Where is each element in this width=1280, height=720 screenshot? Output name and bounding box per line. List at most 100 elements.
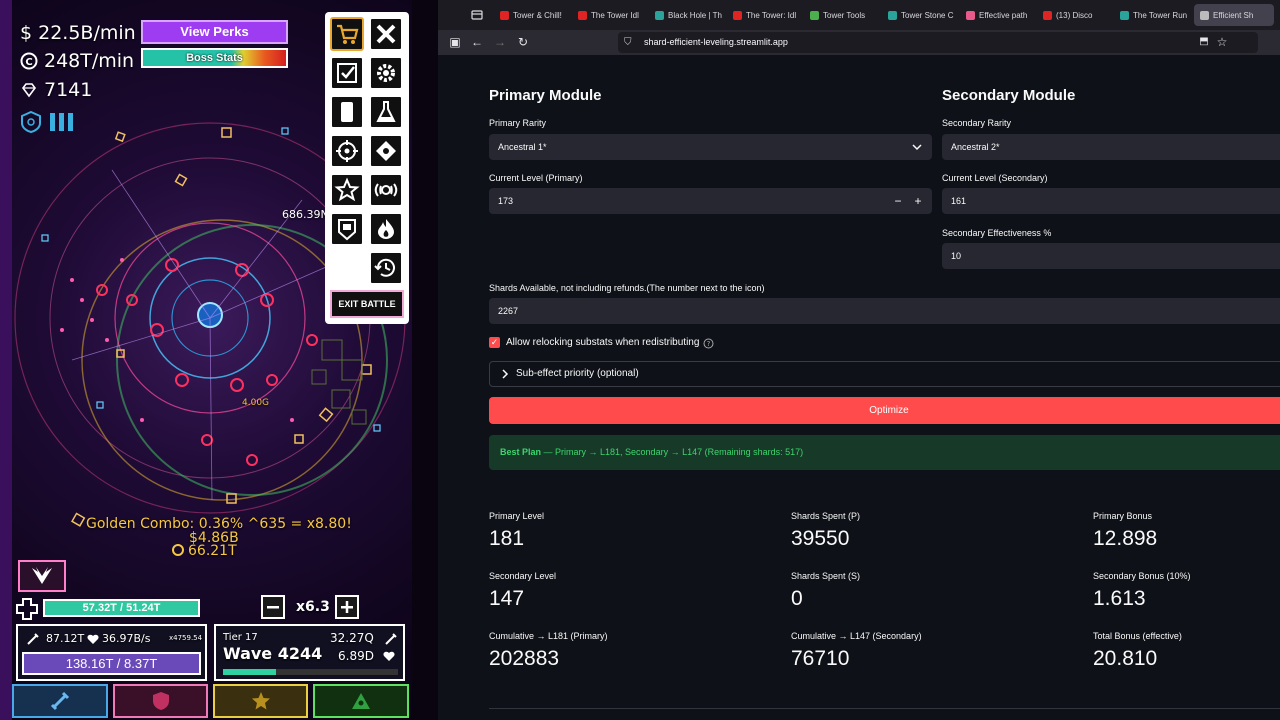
pocket-icon[interactable]: ⬒ xyxy=(1196,34,1212,50)
targeting-button[interactable] xyxy=(330,134,364,168)
health-cross-icon xyxy=(16,598,38,620)
primary-level-label: Current Level (Primary) xyxy=(489,173,583,183)
primary-rarity-select[interactable]: Ancestral 1* xyxy=(489,134,932,160)
metric-value: 1.613 xyxy=(1093,587,1146,610)
sidebar-toggle-icon[interactable]: ▣ xyxy=(447,34,463,50)
browser-tab[interactable]: Tower Tools xyxy=(810,6,880,24)
tab-overview-icon[interactable] xyxy=(471,9,483,21)
badge-icon xyxy=(338,219,356,241)
url-bar[interactable]: ⛉ shard-efficient-leveling.streamlit.app xyxy=(618,32,1258,53)
nav-tab-utility[interactable] xyxy=(213,684,308,718)
relics-button[interactable] xyxy=(330,212,364,246)
card-icon xyxy=(341,102,353,122)
decrement-button[interactable]: − xyxy=(890,188,906,214)
browser-tab[interactable]: The Tower: Idl xyxy=(733,6,803,24)
nav-tab-defense[interactable] xyxy=(113,684,208,718)
tab-favicon xyxy=(1120,10,1129,20)
speed-decrease-button[interactable] xyxy=(261,595,285,619)
tab-favicon xyxy=(500,10,509,20)
wings-icon xyxy=(32,567,52,584)
crosshair-icon xyxy=(336,140,358,162)
shop-cart-button[interactable] xyxy=(330,17,364,51)
reload-icon[interactable]: ↻ xyxy=(515,34,531,50)
svg-text:?: ? xyxy=(707,340,711,348)
back-icon[interactable]: ← xyxy=(469,34,485,50)
metric-label: Secondary Bonus (10%) xyxy=(1093,571,1191,581)
metric-value: 20.810 xyxy=(1093,647,1158,670)
browser-tab[interactable]: (13) Disco xyxy=(1043,6,1113,24)
browser-tab[interactable]: Black Hole | Th xyxy=(655,6,725,24)
coin-rate-value: 248T/min xyxy=(44,50,135,72)
missions-button[interactable] xyxy=(330,56,364,90)
primary-level-value: 173 xyxy=(498,196,514,206)
coin-gain-value: 66.21T xyxy=(188,543,237,559)
primary-rarity-label: Primary Rarity xyxy=(489,118,547,128)
plus-icon xyxy=(341,601,353,613)
modules-button[interactable] xyxy=(369,134,403,168)
secondary-effectiveness-input[interactable]: 10 xyxy=(942,243,1280,269)
gem-icon xyxy=(22,83,36,98)
ability-button[interactable] xyxy=(18,560,66,592)
browser-tab-active[interactable]: Efficient Sh xyxy=(1194,4,1274,26)
cash-rate-value: $ 22.5B/min xyxy=(20,22,136,44)
floating-mid-number: 4.00G xyxy=(242,398,270,408)
game-view[interactable]: 686.39N 4.00G Golden Combo: 0.36% ^635 =… xyxy=(0,0,438,720)
bars-icon xyxy=(50,113,73,131)
shards-available-input[interactable]: 2267 xyxy=(489,298,1280,324)
increment-button[interactable]: + xyxy=(910,188,926,214)
regen-value: 36.97B/s xyxy=(102,632,151,645)
chevron-right-icon xyxy=(502,369,509,379)
optimize-button[interactable]: Optimize xyxy=(489,397,1280,424)
cart-icon xyxy=(337,24,359,44)
ultimate-weapons-button[interactable] xyxy=(369,173,403,207)
primary-level-input[interactable]: 173 − + xyxy=(489,188,932,214)
metric-value: 181 xyxy=(489,527,525,550)
nav-tab-ultimate[interactable] xyxy=(313,684,409,718)
relock-checkbox[interactable]: ✓ xyxy=(489,337,500,348)
boss-stats-bar[interactable]: Boss Stats xyxy=(141,48,288,68)
damage-value: 87.12T xyxy=(46,632,85,645)
close-menu-button[interactable] xyxy=(369,17,403,51)
speed-increase-button[interactable] xyxy=(335,595,359,619)
sub-effect-expander[interactable]: Sub-effect priority (optional) xyxy=(489,361,1280,387)
game-edge xyxy=(412,0,438,720)
shards-available-label: Shards Available, not including refunds.… xyxy=(489,283,765,293)
secondary-rarity-value: Ancestral 2* xyxy=(951,142,1000,152)
forward-icon[interactable]: → xyxy=(492,34,508,50)
labs-button[interactable] xyxy=(369,95,403,129)
tier-label: Tier 17 xyxy=(223,632,258,643)
cards-button[interactable] xyxy=(330,95,364,129)
secondary-rarity-label: Secondary Rarity xyxy=(942,118,1012,128)
sword-icon xyxy=(50,691,70,711)
perks-button[interactable] xyxy=(330,173,364,207)
sub-effect-label: Sub-effect priority (optional) xyxy=(516,368,639,379)
secondary-rarity-select[interactable]: Ancestral 2* xyxy=(942,134,1280,160)
shield-icon: ⛉ xyxy=(624,37,632,48)
section-divider xyxy=(489,708,1280,709)
bookmark-star-icon[interactable]: ☆ xyxy=(1214,34,1230,50)
exit-battle-button[interactable]: EXIT BATTLE xyxy=(330,290,404,318)
view-perks-button[interactable]: View Perks xyxy=(141,20,288,44)
best-plan-text: — Primary → L181, Secondary → L147 (Rema… xyxy=(541,447,804,457)
browser-tab[interactable]: The Tower Idl xyxy=(578,6,648,24)
browser-tab[interactable]: The Tower Run xyxy=(1120,6,1190,24)
settings-button[interactable] xyxy=(369,56,403,90)
chevron-down-icon xyxy=(912,144,922,151)
enhancements-button[interactable] xyxy=(369,212,403,246)
clock-icon xyxy=(374,258,395,277)
nav-tab-attack[interactable] xyxy=(12,684,108,718)
best-plan-alert: Best Plan — Primary → L181, Secondary → … xyxy=(489,435,1280,470)
sword-icon xyxy=(385,633,397,645)
browser-tab[interactable]: Tower Stone C xyxy=(888,6,958,24)
enemy-damage-value: 32.27Q xyxy=(330,631,374,645)
history-button[interactable] xyxy=(369,251,403,285)
star-icon xyxy=(251,692,270,710)
browser-nav-bar: ▣ ← → ↻ ⛉ shard-efficient-leveling.strea… xyxy=(438,30,1280,55)
checkbox-icon xyxy=(337,63,357,83)
help-icon[interactable]: ? xyxy=(703,338,714,349)
tower-health-bar: 138.16T / 8.37T xyxy=(22,652,201,675)
browser-tab[interactable]: Tower & Chill! xyxy=(500,6,570,24)
browser-tab[interactable]: Effective path xyxy=(966,6,1036,24)
secondary-level-input[interactable]: 161 xyxy=(942,188,1280,214)
speed-multiplier: x6.3 xyxy=(296,599,330,615)
